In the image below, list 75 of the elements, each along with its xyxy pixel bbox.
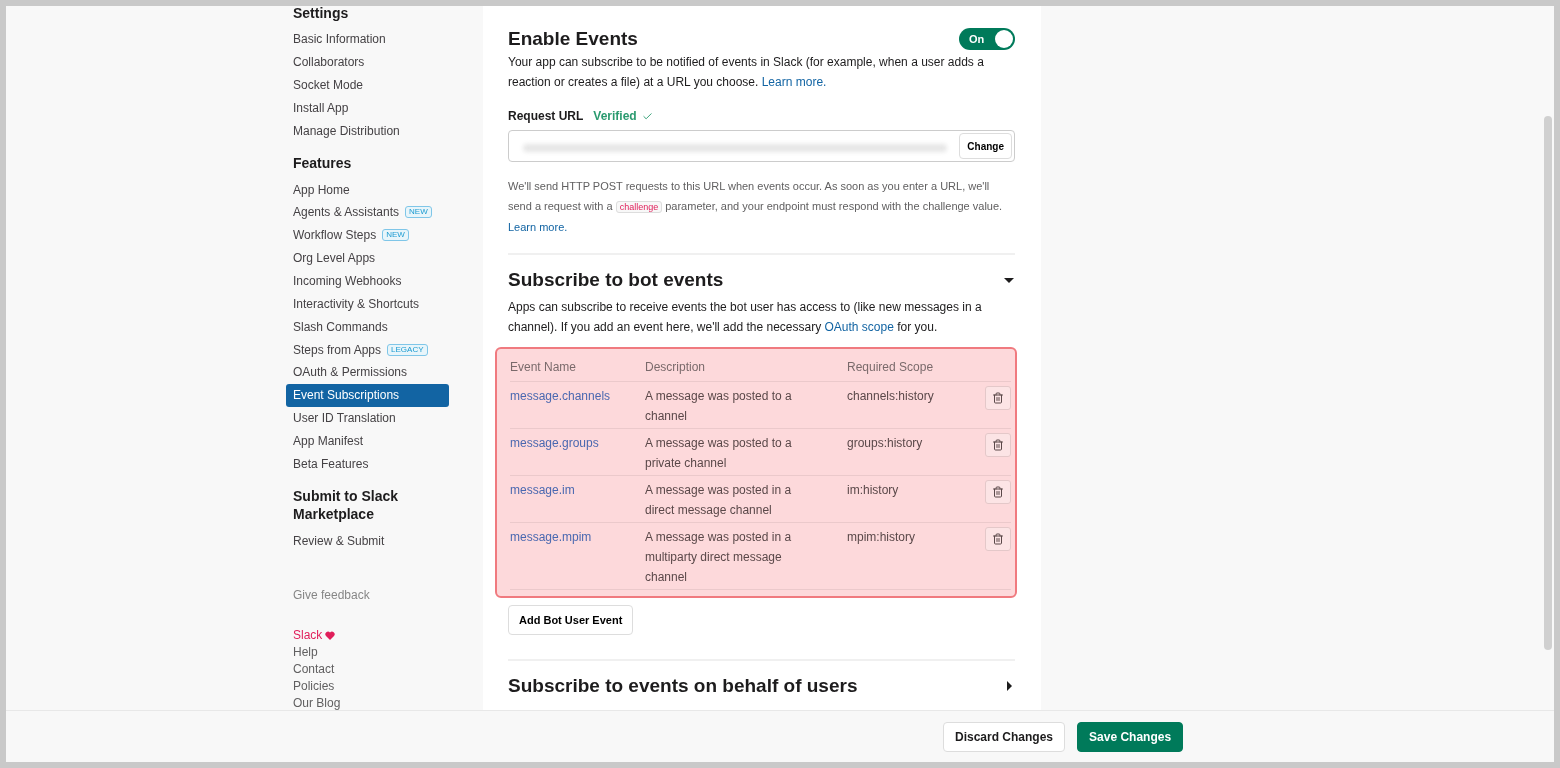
field-label: Request URL [508, 108, 584, 125]
toggle-switch[interactable]: On [959, 28, 1015, 50]
sidebar-item[interactable]: Event Subscriptions [286, 383, 449, 407]
feedback-link[interactable]: Give feedback [286, 588, 478, 603]
sidebar-item[interactable]: Org Level Apps [286, 246, 449, 270]
sidebar-item[interactable]: OAuth & Permissions [286, 360, 449, 384]
learn-more-link[interactable]: OAuth scope [824, 320, 894, 334]
trash-icon [992, 533, 1004, 545]
event-link[interactable]: message.mpim [510, 527, 645, 587]
sidebar-item[interactable]: User ID Translation [286, 406, 449, 430]
learn-more-link[interactable]: Learn more. [508, 221, 568, 233]
description-text: Your app can subscribe to be notified of events in Slack (for example, when a user adds a reaction or creates a file) at a URL you choose. Learn more. [508, 54, 985, 91]
table-cell-text: channels:history [847, 388, 935, 405]
sidebar-item[interactable]: Slash Commands [286, 315, 449, 339]
verified-status: Verified [593, 106, 653, 126]
section-heading: Settings [292, 6, 350, 22]
status-badge: NEW [405, 206, 432, 219]
event-link[interactable]: message.channels [510, 386, 645, 426]
column-header: Description [645, 359, 707, 376]
sidebar-item[interactable]: Collaborators [286, 50, 449, 74]
section-heading: Features [292, 154, 353, 173]
footer-link[interactable]: Contact [293, 662, 471, 677]
url-field[interactable]: Change [508, 130, 1015, 162]
column-header: Required Scope [847, 359, 935, 376]
section-title: Enable Events [508, 27, 638, 51]
footer-link[interactable]: Policies [293, 679, 471, 694]
sidebar-item[interactable]: Workflow Steps NEW [286, 223, 449, 247]
save-button[interactable]: Save Changes [1077, 721, 1184, 752]
status-badge: NEW [382, 229, 409, 242]
delete-button[interactable] [985, 527, 1011, 551]
sidebar-item[interactable]: App Home [286, 178, 449, 202]
table-cell-text: A message was posted in a multiparty direct message channel [645, 529, 793, 586]
footer-link[interactable]: Help [293, 645, 471, 660]
heart-icon [325, 630, 336, 640]
event-link[interactable]: message.groups [510, 433, 645, 473]
help-text: We'll send HTTP POST requests to this URL when events occur. As soon as you enter a URL, we'll send a request with a challenge parameter, and your endpoint must respond with the challenge value. Learn more. [508, 179, 1004, 235]
trash-icon [992, 486, 1004, 498]
change-button[interactable]: Change [959, 133, 1012, 159]
table-cell-text: A message was posted to a private channel [645, 435, 793, 472]
table-cell-text: A message was posted to a channel [645, 388, 793, 425]
sidebar-item[interactable]: App Manifest [286, 429, 449, 453]
table-cell-text: A message was posted in a direct message channel [645, 482, 793, 519]
section-heading: Submit to Slack Marketplace [292, 487, 400, 524]
sidebar-item[interactable]: Interactivity & Shortcuts [286, 292, 449, 316]
trash-icon [992, 392, 1004, 404]
scrollbar[interactable] [1544, 116, 1552, 650]
sidebar-item[interactable]: Agents & Assistants NEW [286, 201, 449, 224]
brand-link[interactable]: Slack [293, 628, 471, 643]
add-event-button[interactable]: Add Bot User Event [508, 605, 634, 635]
sidebar-item[interactable]: Steps from Apps LEGACY [286, 338, 449, 361]
sidebar-item[interactable]: Review & Submit [286, 529, 449, 553]
delete-button[interactable] [985, 433, 1011, 457]
sidebar-item[interactable]: Socket Mode [286, 73, 449, 97]
sidebar-item[interactable]: Install App [286, 96, 449, 120]
sidebar-item[interactable]: Beta Features [286, 452, 449, 476]
learn-more-link[interactable]: Learn more. [761, 75, 827, 89]
sidebar-item[interactable]: Basic Information [286, 28, 449, 51]
trash-icon [992, 439, 1004, 451]
table-cell-text: im:history [847, 482, 900, 499]
code-snippet: challenge [615, 201, 663, 213]
sidebar-item[interactable]: Manage Distribution [286, 119, 449, 143]
footer-link[interactable]: Our Blog [293, 696, 471, 710]
event-link[interactable]: message.im [510, 480, 645, 520]
table-cell-text: groups:history [847, 435, 924, 452]
status-badge: LEGACY [387, 343, 428, 356]
table-cell-text: mpim:history [847, 529, 916, 546]
section-title: Subscribe to events on behalf of users [508, 674, 858, 698]
discard-button[interactable]: Discard Changes [943, 721, 1066, 752]
delete-button[interactable] [985, 480, 1011, 504]
sidebar-item[interactable]: Incoming Webhooks [286, 269, 449, 293]
description-text: Apps can subscribe to receive events the bot user has access to (like new messages in a channel). If you add an event here, we'll add the necessary OAuth scope for you. [508, 299, 983, 336]
delete-button[interactable] [985, 386, 1011, 410]
check-icon [641, 110, 653, 122]
section-title: Subscribe to bot events [508, 268, 724, 292]
column-header: Event Name [510, 359, 578, 376]
